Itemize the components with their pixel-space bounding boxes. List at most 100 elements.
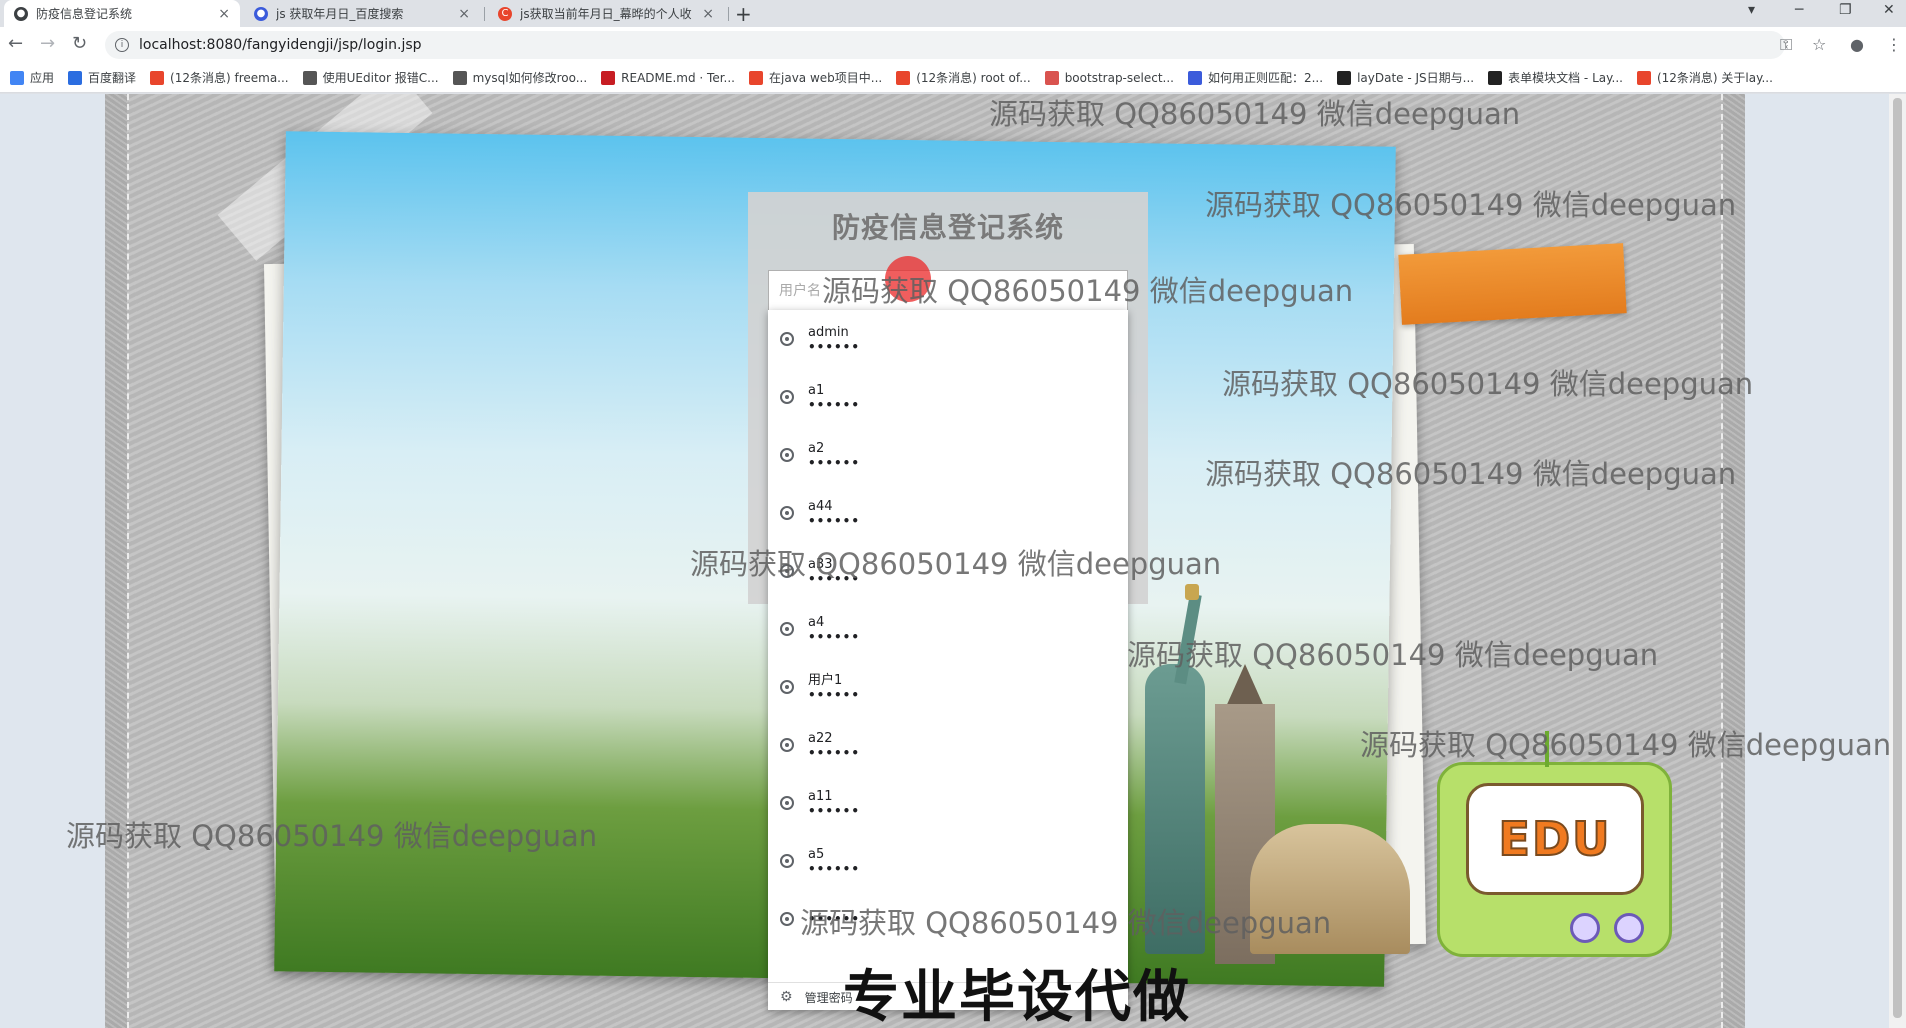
tv-knob-right xyxy=(1614,913,1644,943)
autofill-password-mask: •••••• xyxy=(808,630,861,644)
bookmark-item[interactable]: 使用UEditor 报错C... xyxy=(302,69,439,86)
csdn-icon xyxy=(896,70,911,85)
bookmark-item[interactable]: 在java web项目中... xyxy=(749,69,882,86)
autofill-credential-item[interactable]: a1 •••••• xyxy=(768,368,1128,426)
username-input[interactable] xyxy=(768,270,1128,312)
bookmark-item[interactable]: 应用 xyxy=(10,69,54,86)
gitee-icon xyxy=(601,70,616,85)
bookmark-item[interactable]: layDate - JS日期与... xyxy=(1337,69,1474,86)
close-tab-icon[interactable]: × xyxy=(218,6,230,22)
autofill-credential-item[interactable]: admin •••••• xyxy=(768,310,1128,368)
tv-knob-left xyxy=(1570,913,1600,943)
tab-csdn[interactable]: C js获取当前年月日_幕晔的个人收 × xyxy=(488,0,724,27)
cnblogs-icon xyxy=(1044,70,1059,85)
tab-strip: ● 防疫信息登记系统 × ● js 获取年月日_百度搜索 × C js获取当前年… xyxy=(0,0,1906,27)
bookmark-label: 使用UEditor 报错C... xyxy=(322,71,439,85)
autofill-username: a2 xyxy=(808,441,825,456)
key-icon xyxy=(780,680,794,694)
bookmark-item[interactable]: 表单模块文档 - Lay... xyxy=(1488,69,1623,86)
close-window-icon[interactable]: ✕ xyxy=(1883,2,1895,18)
bookmark-label: 应用 xyxy=(30,71,55,85)
scrollbar-thumb[interactable] xyxy=(1893,98,1902,1018)
autofill-credential-item[interactable]: a44 •••••• xyxy=(768,484,1128,542)
autofill-password-mask: •••••• xyxy=(808,398,861,412)
autofill-username: a22 xyxy=(808,731,833,746)
autofill-credential-item[interactable]: a2 •••••• xyxy=(768,426,1128,484)
page-viewport: EDU 防疫信息登记系统 admin••••••a1••••••a2••••••… xyxy=(0,94,1906,1028)
autofill-password-mask: •••••• xyxy=(808,514,861,528)
bookmark-item[interactable]: (12条消息) root of... xyxy=(896,69,1031,86)
autofill-credential-item[interactable]: •••••• xyxy=(768,890,1128,948)
back-icon[interactable]: ← xyxy=(8,33,23,54)
key-icon xyxy=(780,332,794,346)
link-icon xyxy=(452,70,467,85)
decorative-orange-tag xyxy=(1398,243,1627,325)
close-tab-icon[interactable]: × xyxy=(702,6,714,22)
bookmark-item[interactable]: mysql如何修改roo... xyxy=(452,69,588,86)
edu-logo-text: EDU xyxy=(1498,811,1612,867)
globe-icon: ● xyxy=(14,6,28,21)
statue-of-liberty-image xyxy=(1130,584,1220,954)
link-icon xyxy=(302,70,317,85)
autofill-password-mask: •••••• xyxy=(808,804,861,818)
csdn-icon xyxy=(1636,70,1651,85)
bookmark-item[interactable]: (12条消息) 关于lay... xyxy=(1636,69,1773,86)
autofill-credential-item[interactable]: a33 •••••• xyxy=(768,542,1128,600)
bookmark-item[interactable]: 百度翻译 xyxy=(68,69,136,86)
bookmark-label: layDate - JS日期与... xyxy=(1357,71,1475,85)
autofill-username: admin xyxy=(808,325,849,340)
autofill-password-mask: •••••• xyxy=(808,340,861,354)
key-icon xyxy=(780,912,794,926)
tab-separator xyxy=(484,7,485,21)
baidu-translate-icon xyxy=(68,70,83,85)
autofill-credential-item[interactable]: a5 •••••• xyxy=(768,832,1128,890)
bookmark-label: README.md · Ter... xyxy=(621,70,735,85)
key-icon xyxy=(780,854,794,868)
promo-banner-text: 专业毕设代做 xyxy=(843,965,1191,1028)
profile-icon[interactable]: ● xyxy=(1850,35,1864,54)
gear-icon: ⚙ xyxy=(780,989,793,1005)
browser-toolbar: ← → ↻ i localhost:8080/fangyidengji/jsp/… xyxy=(0,27,1906,63)
autofill-password-mask: •••••• xyxy=(808,572,861,586)
menu-icon[interactable]: ⋮ xyxy=(1886,35,1902,54)
autofill-username: 用户1 xyxy=(808,673,843,688)
mouse-cursor-highlight xyxy=(885,256,931,302)
minimize-icon[interactable]: ─ xyxy=(1795,2,1803,18)
tab-baidu-search[interactable]: ● js 获取年月日_百度搜索 × xyxy=(244,0,480,27)
autofill-credential-item[interactable]: 用户1 •••••• xyxy=(768,658,1128,716)
bookmark-item[interactable]: (12条消息) freema... xyxy=(150,69,289,86)
autofill-credential-item[interactable]: a11 •••••• xyxy=(768,774,1128,832)
bookmark-item[interactable]: bootstrap-select... xyxy=(1044,70,1174,85)
reload-icon[interactable]: ↻ xyxy=(72,33,87,54)
layui-icon xyxy=(1488,70,1503,85)
site-info-icon[interactable]: i xyxy=(115,38,129,52)
forward-icon[interactable]: → xyxy=(40,33,55,54)
layui-icon xyxy=(1337,70,1352,85)
bookmark-label: 如何用正则匹配：2... xyxy=(1207,71,1324,85)
autofill-password-mask: •••••• xyxy=(808,746,861,760)
new-tab-button[interactable]: + xyxy=(735,2,752,26)
csdn-icon xyxy=(150,70,165,85)
key-icon xyxy=(780,622,794,636)
page-scrollbar[interactable] xyxy=(1889,94,1906,1028)
autofill-credential-item[interactable]: a4 •••••• xyxy=(768,600,1128,658)
bookmark-item[interactable]: README.md · Ter... xyxy=(601,70,735,85)
tab-title: 防疫信息登记系统 xyxy=(36,7,133,21)
key-icon xyxy=(780,390,794,404)
tab-search-icon[interactable]: ▾ xyxy=(1748,2,1755,18)
autofill-username: a1 xyxy=(808,383,825,398)
bookmark-item[interactable]: 如何用正则匹配：2... xyxy=(1187,69,1324,86)
autofill-username: a5 xyxy=(808,847,825,862)
bookmark-label: mysql如何修改roo... xyxy=(472,71,588,85)
bookmark-label: 百度翻译 xyxy=(88,71,137,85)
close-tab-icon[interactable]: × xyxy=(458,6,470,22)
address-bar[interactable]: i localhost:8080/fangyidengji/jsp/login.… xyxy=(105,31,1785,59)
autofill-credential-item[interactable]: a22 •••••• xyxy=(768,716,1128,774)
tab-separator xyxy=(728,7,729,21)
autofill-password-mask: •••••• xyxy=(808,688,861,702)
bookmark-star-icon[interactable]: ☆ xyxy=(1812,35,1826,54)
restore-icon[interactable]: ❐ xyxy=(1839,2,1852,18)
key-icon[interactable]: ⚿ xyxy=(1780,35,1792,55)
tab-login[interactable]: ● 防疫信息登记系统 × xyxy=(4,0,240,27)
clock-tower-spire xyxy=(1225,664,1265,709)
